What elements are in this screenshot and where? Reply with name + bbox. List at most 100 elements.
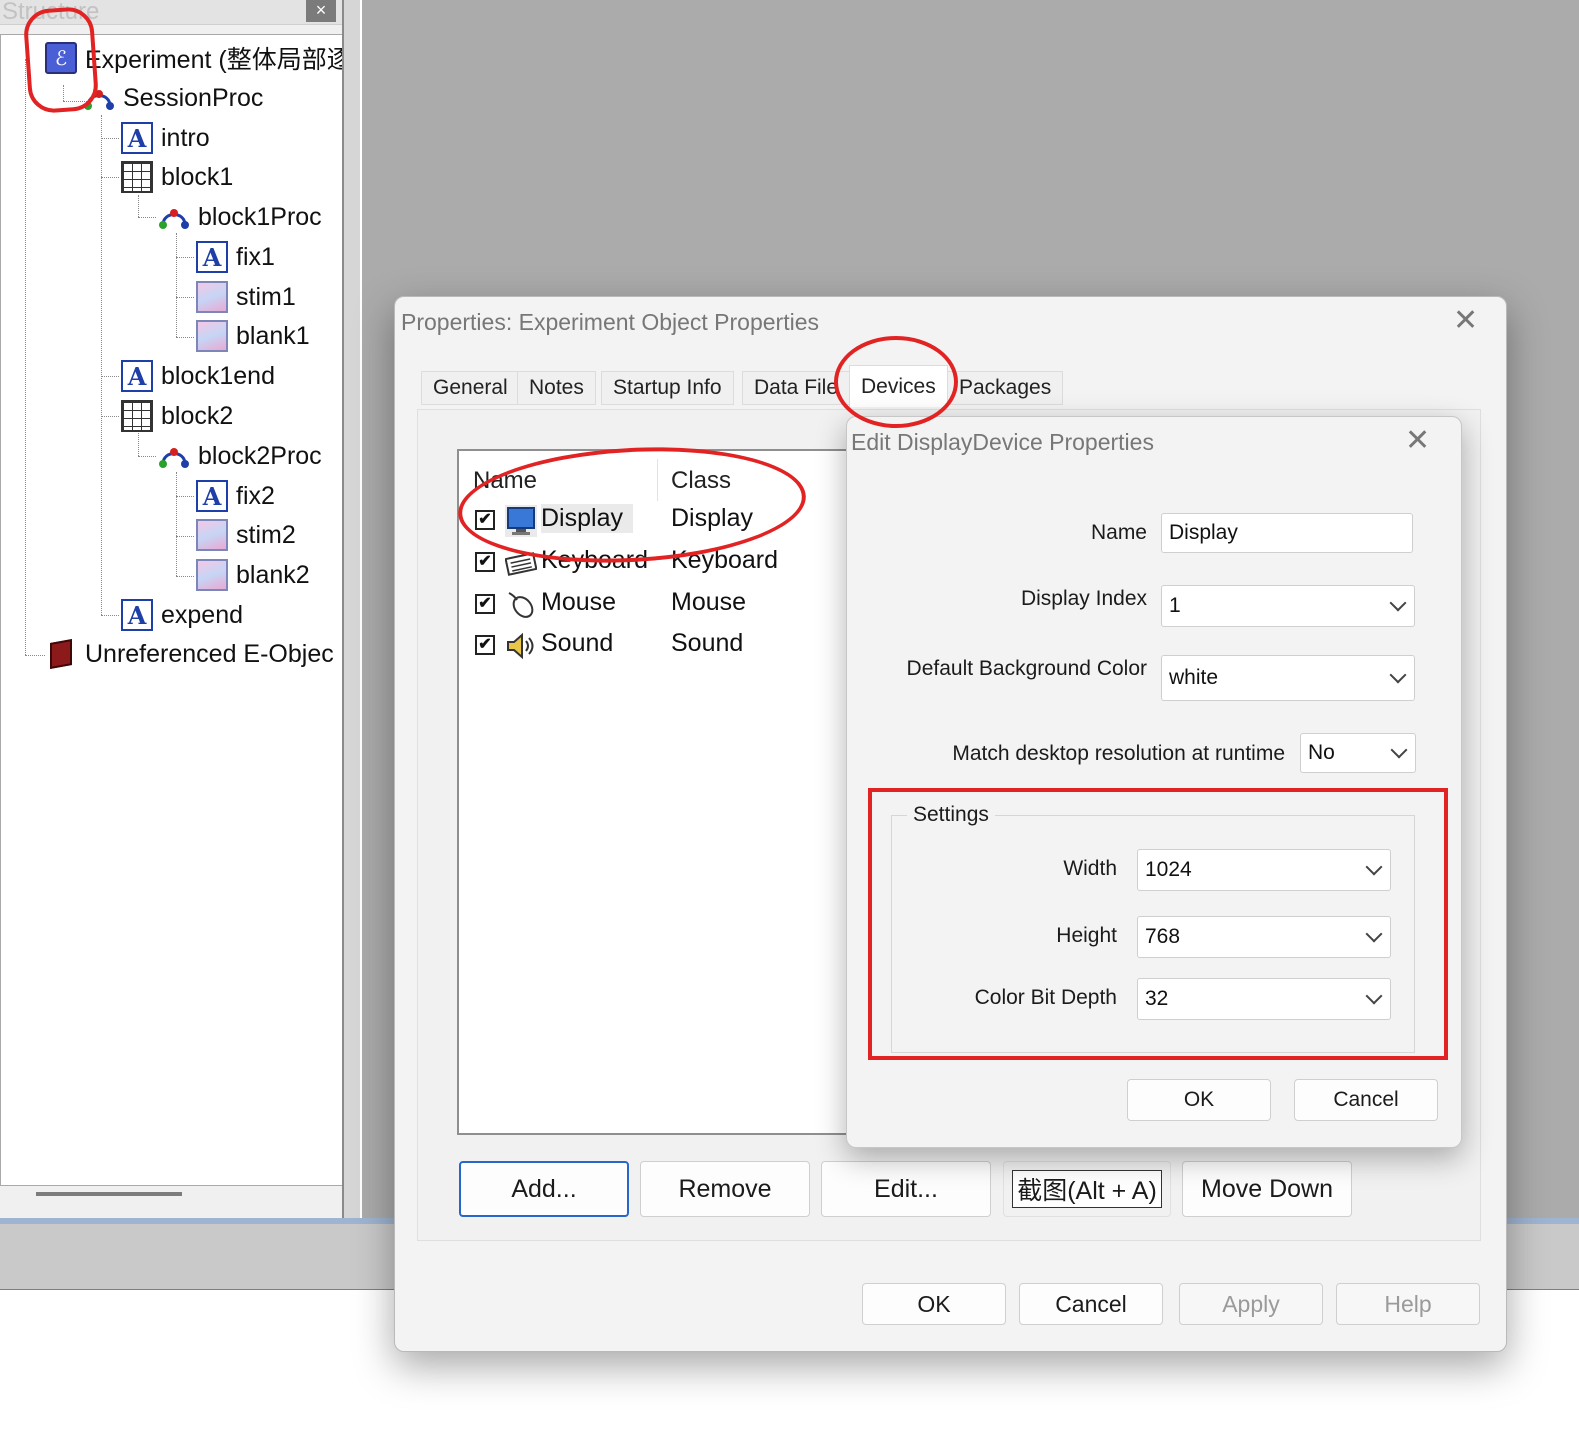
- device-row-sound[interactable]: ✔ Sound Sound: [459, 628, 859, 664]
- list-icon: [121, 161, 153, 193]
- tree-node-stim2[interactable]: stim2: [196, 517, 296, 553]
- tree-node-unreferenced[interactable]: Unreferenced E-Objec: [45, 636, 334, 672]
- tree-node-sessionproc[interactable]: SessionProc: [83, 80, 263, 116]
- tree-connector: [101, 416, 119, 417]
- device-name: Sound: [541, 629, 614, 657]
- match-resolution-label: Match desktop resolution at runtime: [952, 742, 1285, 765]
- device-checkbox[interactable]: ✔: [475, 635, 495, 655]
- name-value: Display: [1169, 521, 1238, 544]
- tree-connector: [176, 233, 177, 337]
- tree-connector: [101, 376, 119, 377]
- tree-node-label: Experiment (整体局部逐: [85, 46, 344, 74]
- tab-packages[interactable]: Packages: [947, 371, 1064, 405]
- device-row-mouse[interactable]: ✔ Mouse Mouse: [459, 587, 859, 623]
- tree-node-label: intro: [161, 123, 210, 152]
- tree-node-label: block1end: [161, 361, 275, 390]
- tree-connector: [138, 217, 156, 218]
- close-icon[interactable]: ✕: [1405, 423, 1430, 458]
- tree-connector: [138, 433, 139, 456]
- tree-connector: [176, 257, 194, 258]
- tree-connector: [176, 472, 177, 576]
- slide-icon: [196, 559, 228, 591]
- text-display-icon: A: [121, 599, 153, 631]
- background-color-select[interactable]: white: [1161, 655, 1415, 701]
- tree-connector: [25, 59, 26, 655]
- list-icon: [121, 400, 153, 432]
- tree-node-block1proc[interactable]: block1Proc: [158, 199, 322, 235]
- remove-button[interactable]: Remove: [640, 1161, 810, 1217]
- close-icon[interactable]: ✕: [1453, 303, 1478, 338]
- tree-node-label: blank2: [236, 560, 310, 589]
- tree-node-label: fix1: [236, 242, 275, 271]
- tree-node-block1[interactable]: block1: [121, 159, 233, 195]
- text-display-icon: A: [196, 241, 228, 273]
- background-color-label: Default Background Color: [906, 657, 1147, 680]
- dialog-title: Properties: Experiment Object Properties: [401, 309, 820, 335]
- slide-icon: [196, 519, 228, 551]
- chevron-down-icon: [1390, 741, 1408, 759]
- apply-button[interactable]: Apply: [1179, 1283, 1323, 1325]
- tree-node-label: block2Proc: [198, 441, 322, 470]
- pane-splitter[interactable]: [342, 0, 360, 1218]
- device-class: Sound: [671, 629, 744, 657]
- tree-node-fix1[interactable]: A fix1: [196, 239, 275, 275]
- structure-tree: ℰ Experiment (整体局部逐 SessionProc A intro …: [0, 34, 344, 1186]
- screenshot-button[interactable]: 截图(Alt + A): [1003, 1161, 1171, 1217]
- text-display-icon: A: [196, 480, 228, 512]
- sound-icon: [505, 630, 537, 662]
- tree-connector: [25, 655, 45, 656]
- tree-connector: [101, 138, 119, 139]
- add-button[interactable]: Add...: [459, 1161, 629, 1217]
- tree-node-fix2[interactable]: A fix2: [196, 478, 275, 514]
- structure-pane: Structure × ℰ Experiment (整体局部逐 SessionP…: [0, 0, 360, 1218]
- tree-node-block2[interactable]: block2: [121, 398, 233, 434]
- match-resolution-value: No: [1308, 741, 1335, 764]
- display-index-label: Display Index: [1020, 587, 1147, 610]
- dialog-title: Edit DisplayDevice Properties: [851, 429, 1154, 455]
- background-color-value: white: [1169, 666, 1219, 689]
- text-display-icon: A: [121, 122, 153, 154]
- tree-connector: [176, 536, 194, 537]
- tree-connector: [101, 115, 102, 615]
- edit-button[interactable]: Edit...: [821, 1161, 991, 1217]
- tree-connector: [176, 297, 194, 298]
- tree-node-label: Unreferenced E-Objec: [85, 639, 334, 668]
- device-checkbox[interactable]: ✔: [475, 594, 495, 614]
- cancel-button[interactable]: Cancel: [1019, 1283, 1163, 1325]
- tab-general[interactable]: General: [421, 371, 520, 405]
- tree-node-label: stim2: [236, 520, 296, 549]
- device-checkbox[interactable]: ✔: [475, 552, 495, 572]
- tree-node-stim1[interactable]: stim1: [196, 279, 296, 315]
- move-down-button[interactable]: Move Down: [1182, 1161, 1352, 1217]
- tree-node-blank1[interactable]: blank1: [196, 318, 310, 354]
- mouse-icon: [505, 589, 537, 621]
- tree-node-expend[interactable]: A expend: [121, 597, 243, 633]
- tree-node-intro[interactable]: A intro: [121, 120, 210, 156]
- ok-button[interactable]: OK: [862, 1283, 1006, 1325]
- tab-startup-info[interactable]: Startup Info: [601, 371, 734, 405]
- tree-node-label: block1: [161, 162, 234, 191]
- chevron-down-icon: [1389, 594, 1407, 612]
- name-label: Name: [1090, 521, 1147, 544]
- tree-node-block2proc[interactable]: block2Proc: [158, 438, 322, 474]
- tree-node-label: stim1: [236, 282, 296, 311]
- help-button[interactable]: Help: [1336, 1283, 1480, 1325]
- match-resolution-select[interactable]: No: [1300, 733, 1416, 773]
- annotation-circle-experiment: [22, 5, 100, 115]
- tree-connector: [138, 456, 156, 457]
- tree-node-label: fix2: [236, 481, 275, 510]
- tree-node-blank2[interactable]: blank2: [196, 557, 310, 593]
- display-index-select[interactable]: 1: [1161, 585, 1415, 627]
- edit-cancel-button[interactable]: Cancel: [1294, 1079, 1438, 1121]
- tree-connector: [176, 496, 194, 497]
- tree-node-block1end[interactable]: A block1end: [121, 358, 275, 394]
- slide-icon: [196, 320, 228, 352]
- tab-notes[interactable]: Notes: [517, 371, 596, 405]
- structure-close-button[interactable]: ×: [306, 0, 336, 22]
- name-field[interactable]: Display: [1161, 513, 1413, 553]
- structure-scrollbar[interactable]: [36, 1192, 182, 1196]
- edit-ok-button[interactable]: OK: [1127, 1079, 1271, 1121]
- tree-node-label: blank1: [236, 321, 310, 350]
- device-name: Mouse: [541, 588, 617, 616]
- text-display-icon: A: [121, 360, 153, 392]
